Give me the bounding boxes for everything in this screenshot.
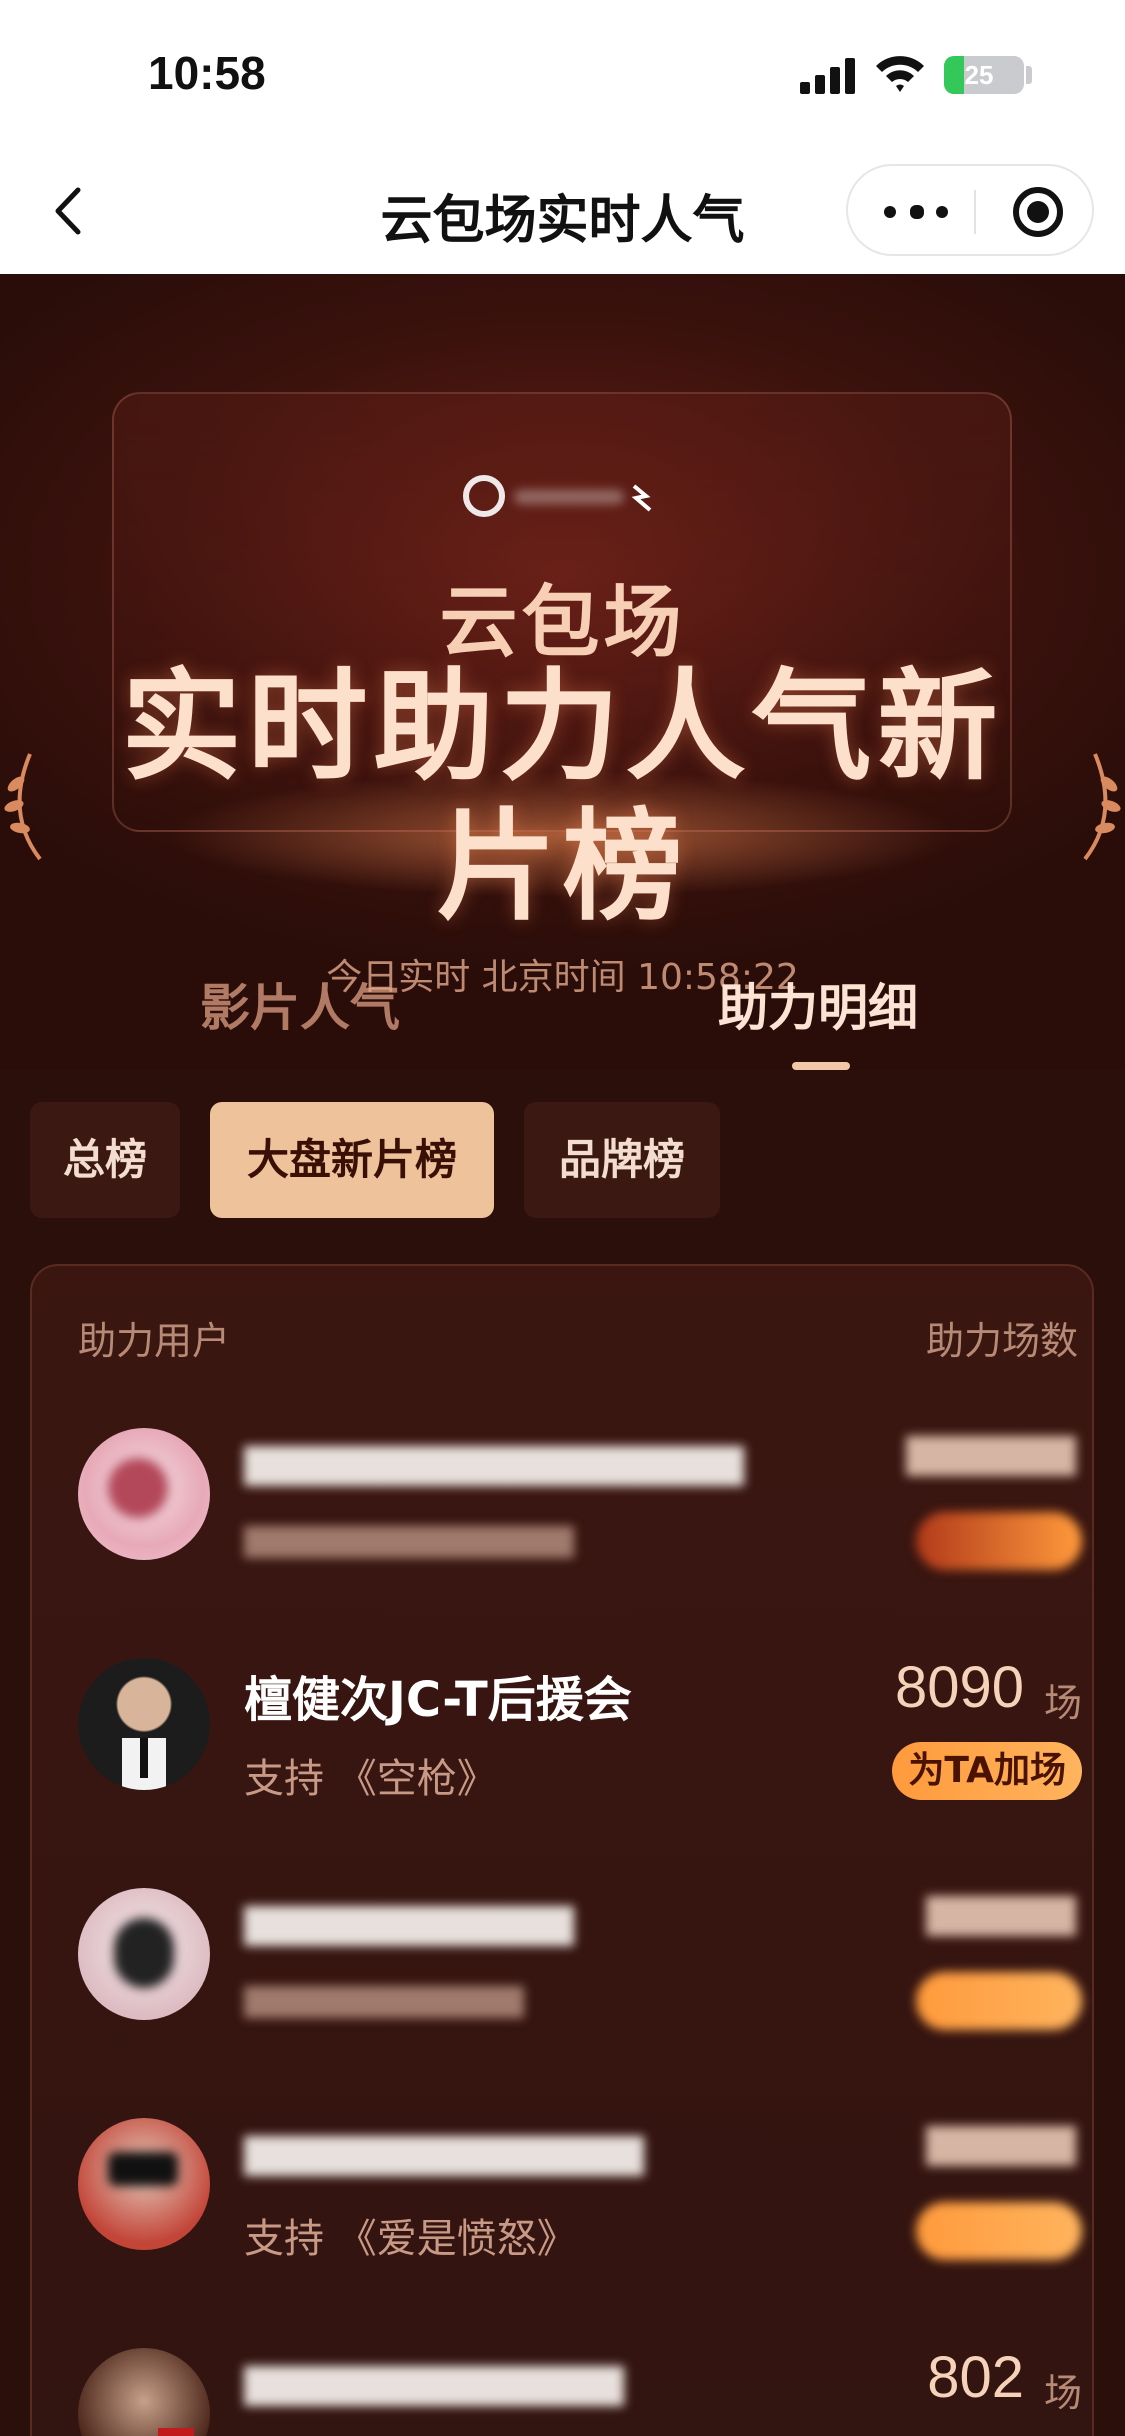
support-text: 支持 《爱是愤怒》: [244, 2216, 577, 2262]
more-icon[interactable]: [882, 190, 952, 232]
user-avatar: [78, 1888, 210, 2020]
boost-button[interactable]: [916, 2202, 1082, 2260]
column-header-user: 助力用户: [78, 1319, 231, 1363]
boost-button[interactable]: [916, 1972, 1082, 2030]
support-text: 支持 《空枪》: [244, 1756, 497, 1802]
laurel-right-icon: [1083, 753, 1121, 861]
brand-logo-icon: [463, 475, 652, 517]
user-avatar: [78, 2118, 210, 2250]
capsule-divider: [974, 190, 976, 234]
column-header-count: 助力场数: [925, 1319, 1078, 1363]
hero-title: 实时助力人气新片榜: [121, 658, 1004, 937]
count-unit: 场: [1043, 2371, 1082, 2415]
redacted-name: [244, 2136, 644, 2176]
redacted-name: [244, 1906, 574, 1946]
user-avatar: [78, 1428, 210, 1560]
ranking-row[interactable]: [32, 1876, 1096, 2076]
redacted-count: [926, 2126, 1076, 2166]
ranking-panel: 助力用户 助力场数 檀健次JC-T后援会 支持 《空枪》 8090 场 为TA加…: [30, 1264, 1094, 2436]
user-avatar: [78, 1658, 210, 1790]
boost-button[interactable]: [916, 1512, 1082, 1570]
status-bar: 10:58 25: [0, 0, 1125, 150]
filter-brand-chart[interactable]: 品牌榜: [524, 1102, 720, 1218]
support-count: 8090: [894, 1655, 1024, 1720]
support-count: 802: [927, 2345, 1024, 2410]
redacted-support: [244, 1986, 524, 2018]
redacted-count: [906, 1436, 1076, 1476]
filter-new-release-chart[interactable]: 大盘新片榜: [210, 1102, 494, 1218]
nav-bar: 云包场实时人气: [0, 150, 1125, 274]
ranking-row[interactable]: 檀健次JC-T后援会 支持 《空枪》 8090 场 为TA加场: [32, 1646, 1096, 1846]
hero-banner: 云包场 实时助力人气新片榜 今日实时 北京时间 10:58:22 影片人气 助力…: [0, 274, 1125, 1070]
ranking-row[interactable]: 802 场: [32, 2336, 1096, 2436]
filter-total-chart[interactable]: 总榜: [30, 1102, 180, 1218]
miniprogram-capsule: [846, 164, 1094, 256]
redacted-name: [244, 1446, 744, 1486]
redacted-name: [244, 2366, 624, 2406]
ranking-section: 总榜 大盘新片榜 品牌榜 助力用户 助力场数 檀健次JC-T后援会 支持 《空枪…: [0, 1070, 1125, 2436]
redacted-count: [926, 1896, 1076, 1936]
battery-level: 25: [964, 60, 994, 90]
tab-movie-popularity[interactable]: 影片人气: [200, 968, 400, 1040]
close-miniprogram-icon[interactable]: [1013, 187, 1063, 237]
tab-active-indicator: [792, 1062, 850, 1070]
user-name: 檀健次JC-T后援会: [244, 1672, 632, 1728]
tab-support-detail[interactable]: 助力明细: [718, 968, 918, 1040]
ranking-row[interactable]: [32, 1416, 1096, 1616]
status-time: 10:58: [148, 47, 266, 99]
redacted-support: [244, 1526, 574, 1558]
wifi-icon: [876, 56, 924, 92]
user-avatar: [78, 2348, 210, 2436]
ranking-row[interactable]: 支持 《爱是愤怒》: [32, 2106, 1096, 2306]
count-unit: 场: [1043, 1681, 1082, 1725]
battery-cap: [1026, 66, 1032, 84]
battery-icon: 25: [944, 56, 1024, 94]
hero-subtitle: 云包场: [439, 578, 686, 668]
cellular-signal-icon: [800, 58, 856, 94]
boost-button[interactable]: 为TA加场: [892, 1742, 1082, 1800]
laurel-left-icon: [4, 753, 42, 861]
realtime-timestamp: 今日实时 北京时间 10:58:22: [326, 957, 799, 998]
